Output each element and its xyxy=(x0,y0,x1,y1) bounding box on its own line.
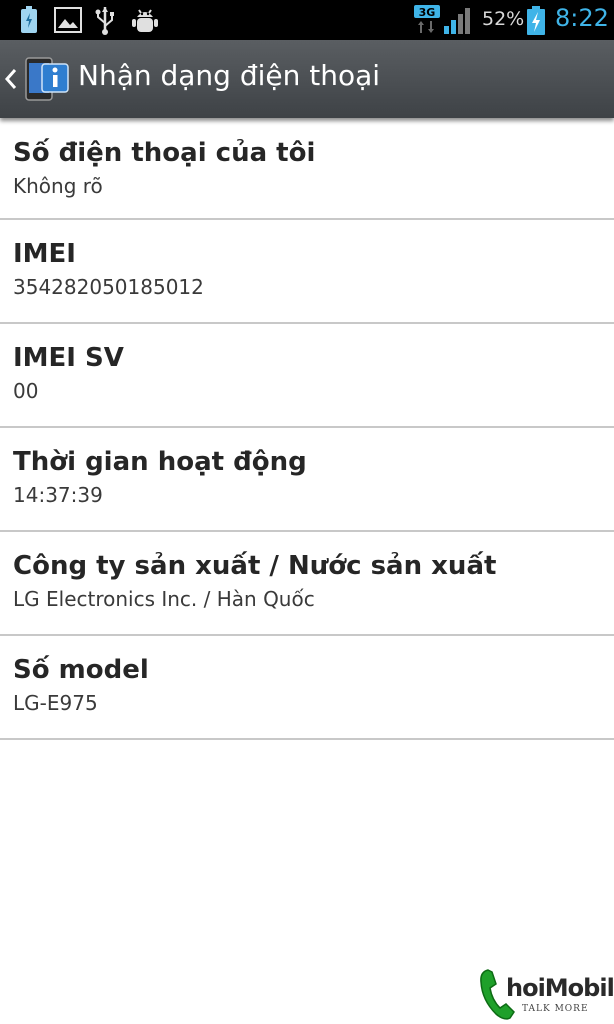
debug-icon xyxy=(132,9,158,32)
watermark-brand: hoiMobile xyxy=(506,974,614,1002)
battery-percent: 52% xyxy=(482,8,525,30)
list-item-uptime[interactable]: Thời gian hoạt động 14:37:39 xyxy=(0,428,614,532)
list-item-imei-sv[interactable]: IMEI SV 00 xyxy=(0,324,614,428)
chevron-left-icon xyxy=(4,69,17,89)
list-item-value: Không rõ xyxy=(13,174,103,198)
page-title: Nhận dạng điện thoại xyxy=(78,59,381,92)
svg-text:3G: 3G xyxy=(419,6,436,19)
watermark-logo: hoiMobile TALK MORE xyxy=(478,964,614,1024)
list-item-label: Công ty sản xuất / Nước sản xuất xyxy=(13,551,497,581)
list-item-label: IMEI SV xyxy=(13,343,124,373)
usb-icon xyxy=(95,7,114,35)
list-item-value: LG Electronics Inc. / Hàn Quốc xyxy=(13,587,315,611)
status-bar: 3G 52% 8:22 xyxy=(0,0,614,40)
list-item-value: LG-E975 xyxy=(13,691,98,715)
list-item-phone-number[interactable]: Số điện thoại của tôi Không rõ xyxy=(0,118,614,220)
list-item-value: 354282050185012 xyxy=(13,275,204,299)
phone-identity-list: Số điện thoại của tôi Không rõ IMEI 3542… xyxy=(0,118,614,740)
list-item-label: Thời gian hoạt động xyxy=(13,447,307,477)
list-item-manufacturer[interactable]: Công ty sản xuất / Nước sản xuất LG Elec… xyxy=(0,532,614,636)
signal-strength-icon xyxy=(444,8,470,34)
gallery-icon xyxy=(54,7,82,33)
status-clock: 8:22 xyxy=(555,4,609,32)
list-item-value: 00 xyxy=(13,379,39,403)
list-item-label: Số điện thoại của tôi xyxy=(13,138,316,168)
battery-charging-notification-icon xyxy=(21,6,37,33)
list-item-label: IMEI xyxy=(13,239,76,269)
phone-info-app-icon xyxy=(25,57,69,101)
list-item-value: 14:37:39 xyxy=(13,483,103,507)
list-item-model-number[interactable]: Số model LG-E975 xyxy=(0,636,614,740)
action-bar: Nhận dạng điện thoại xyxy=(0,40,614,118)
list-item-label: Số model xyxy=(13,655,149,685)
watermark-tagline: TALK MORE xyxy=(522,1004,589,1014)
network-3g-icon: 3G xyxy=(414,5,440,33)
back-button[interactable] xyxy=(0,40,72,118)
list-item-imei[interactable]: IMEI 354282050185012 xyxy=(0,220,614,324)
battery-icon xyxy=(527,6,545,35)
